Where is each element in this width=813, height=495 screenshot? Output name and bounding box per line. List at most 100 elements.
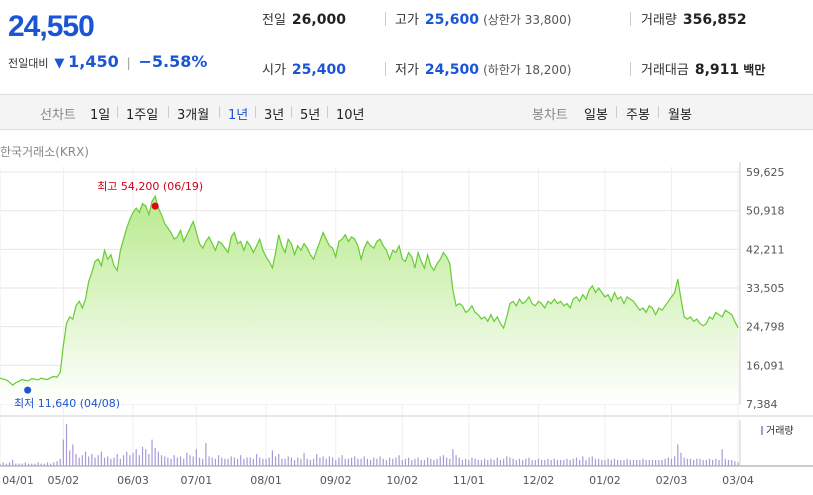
volume-bar — [420, 460, 422, 466]
volume-bar — [198, 457, 201, 466]
volume-legend: 거래량 — [766, 425, 794, 437]
volume-bar — [693, 460, 695, 466]
volume-bar — [148, 454, 150, 466]
volume-bar — [84, 451, 87, 466]
volume-bar — [154, 448, 156, 466]
volume-bar — [705, 460, 707, 466]
volume-bar — [116, 454, 118, 466]
y-tick-label: 42,211 — [746, 243, 785, 256]
volume-bar — [718, 460, 720, 466]
x-tick-label: 09/02 — [320, 474, 352, 487]
volume-bar — [312, 458, 315, 466]
volume-bar — [392, 458, 394, 466]
volume-bar — [629, 460, 631, 466]
volume-bar — [205, 443, 207, 466]
x-tick-label: 03/04 — [722, 474, 754, 487]
volume-bar — [512, 458, 514, 466]
volume-bar — [708, 458, 711, 466]
volume-bar — [249, 457, 251, 466]
volume-bar — [531, 460, 533, 466]
volume-bar — [12, 460, 14, 466]
y-tick-label: 24,798 — [746, 321, 785, 334]
volume-bar — [376, 458, 378, 466]
volume-bar — [259, 457, 261, 466]
y-tick-label: 33,505 — [746, 282, 785, 295]
volume-bar — [541, 460, 543, 466]
volume-bar — [737, 462, 739, 466]
volume-bar — [0, 463, 1, 466]
volume-bar — [626, 458, 628, 466]
volume-bar — [382, 458, 384, 466]
volume-bar — [34, 463, 36, 466]
volume-bar — [281, 458, 283, 466]
volume-bar — [734, 461, 736, 466]
volume-bar — [699, 458, 701, 466]
volume-bar — [211, 457, 213, 466]
volume-bar — [401, 460, 403, 466]
volume-bar — [537, 458, 540, 466]
volume-bar — [151, 439, 153, 466]
x-tick-label: 04/01 — [2, 474, 34, 487]
volume-bar — [547, 458, 549, 466]
volume-bar — [230, 456, 232, 466]
volume-bar — [680, 452, 682, 466]
volume-bar — [414, 458, 416, 466]
volume-bar — [506, 456, 508, 466]
volume-bar — [385, 460, 388, 466]
volume-bar — [132, 452, 134, 466]
volume-bar — [496, 457, 498, 466]
volume-bar — [164, 456, 166, 466]
volume-bar — [731, 460, 733, 466]
volume-bar — [8, 462, 11, 466]
volume-bar — [350, 457, 353, 466]
x-tick-label: 06/03 — [117, 474, 149, 487]
volume-bar — [585, 460, 587, 466]
volume-bar — [2, 462, 4, 466]
x-axis: 04/01 05/02 06/03 07/01 08/01 09/02 10/02 11/01… — [2, 474, 754, 487]
volume-bar — [455, 455, 457, 466]
volume-legend-swatch — [761, 426, 763, 435]
x-tick-label: 10/02 — [386, 474, 418, 487]
x-tick-label: 08/01 — [250, 474, 282, 487]
volume-bar — [569, 460, 571, 466]
volume-bar — [306, 458, 308, 466]
volume-bar — [145, 449, 147, 466]
volume-bar — [712, 460, 714, 466]
volume-bar — [50, 463, 52, 466]
volume-bar — [243, 458, 245, 466]
volume-bar — [677, 444, 679, 466]
volume-bar — [632, 460, 635, 466]
volume-bar — [484, 458, 486, 466]
volume-bar — [233, 457, 235, 466]
volume-bar — [550, 460, 552, 466]
volume-bar — [268, 457, 270, 466]
volume-bar — [325, 458, 327, 466]
volume-bar — [192, 456, 194, 466]
volume-bar — [135, 449, 137, 466]
volume-bar — [227, 458, 229, 466]
volume-bar — [347, 458, 350, 466]
volume-bar — [157, 451, 159, 466]
volume-bar — [284, 458, 286, 466]
volume-bar — [357, 458, 359, 466]
volume-bar — [544, 460, 546, 466]
volume-bar — [575, 457, 578, 466]
volume-bar — [636, 460, 638, 466]
volume-bar — [528, 457, 530, 466]
volume-bar — [442, 455, 445, 466]
volume-bar — [62, 439, 64, 466]
volume-bar — [607, 458, 609, 466]
volume-bar — [18, 463, 20, 466]
volume-bar — [639, 460, 641, 466]
volume-bar — [300, 458, 302, 466]
volume-bar — [176, 457, 178, 466]
volume-bar — [265, 458, 267, 466]
low-annotation: 최저 11,640 (04/08) — [14, 397, 120, 410]
volume-bar — [183, 458, 185, 466]
volume-bar — [214, 458, 216, 466]
volume-bar — [5, 463, 7, 466]
volume-bar — [617, 460, 619, 466]
volume-bar — [398, 455, 400, 466]
volume-bar — [221, 457, 223, 466]
x-tick-label: 07/01 — [181, 474, 213, 487]
